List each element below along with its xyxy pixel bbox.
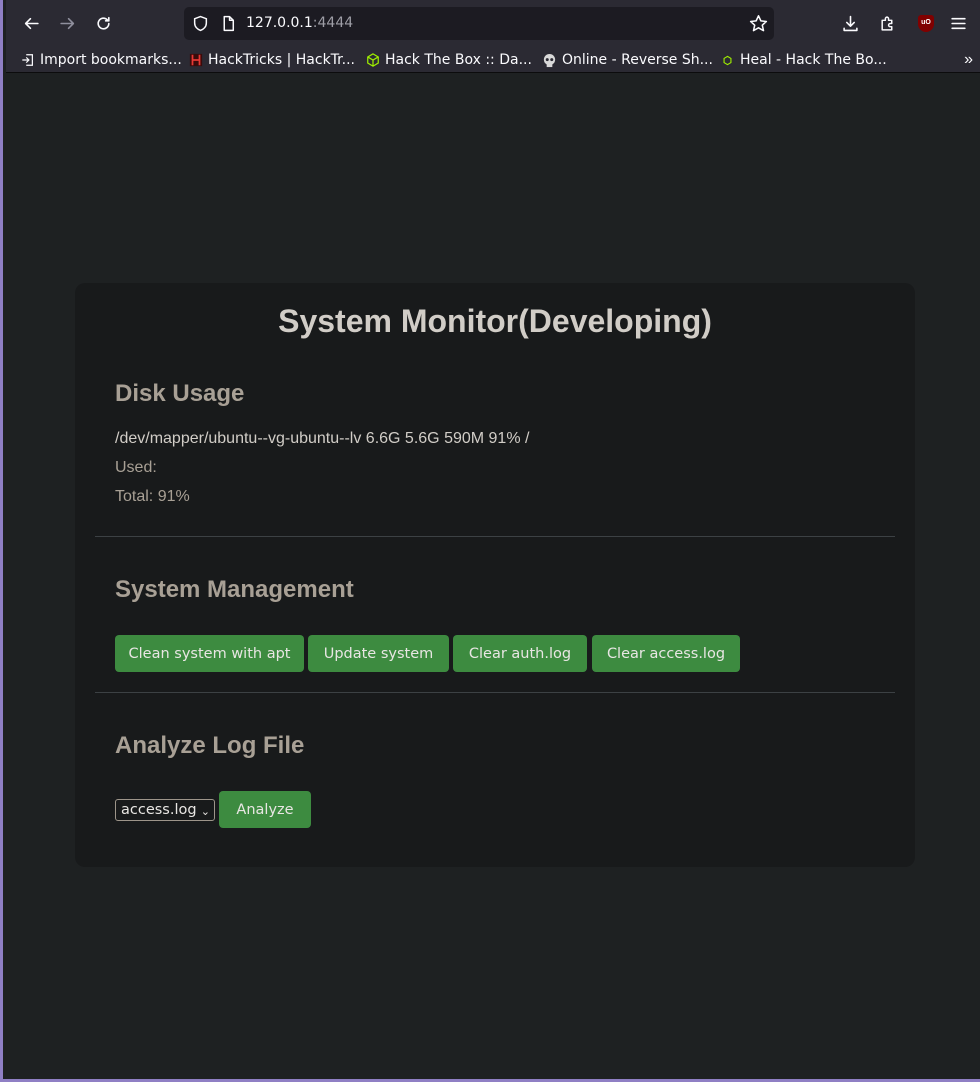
system-management-heading: System Management [115,576,354,603]
ublock-icon[interactable]: uO [918,15,934,32]
htb-small-icon [720,53,735,68]
puzzle-icon [880,15,892,31]
disk-used: Used: [115,459,157,476]
bookmarks-toolbar: Import bookmarks... HackTricks | HackTr.… [6,46,980,73]
disk-usage-heading: Disk Usage [115,380,245,407]
log-file-selected: access.log [121,802,197,818]
bookmark-reverse-shell[interactable]: Online - Reverse Sh... [542,50,713,70]
bookmark-heal[interactable]: Heal - Hack The Bo... [720,50,887,70]
divider [95,692,895,693]
clean-apt-button[interactable]: Clean system with apt [115,635,304,672]
forward-button[interactable] [53,9,81,37]
bookmark-label: Import bookmarks... [40,52,182,68]
page-content: System Monitor(Developing) Disk Usage /d… [6,74,980,1079]
extensions-button[interactable] [873,9,901,37]
skull-icon [542,53,557,68]
browser-window: 127.0.0.1:4444 uO Import bookmarks... Ha… [0,0,980,1082]
bookmark-star-icon[interactable] [749,14,768,33]
hacktricks-icon [188,53,203,68]
bookmark-label: Heal - Hack The Bo... [740,52,887,68]
analyze-button[interactable]: Analyze [219,791,311,828]
url-host: 127.0.0.1 [246,15,313,31]
divider [95,536,895,537]
disk-line: /dev/mapper/ubuntu--vg-ubuntu--lv 6.6G 5… [115,430,530,447]
tracking-shield-icon[interactable] [192,15,209,32]
menu-button[interactable] [944,9,972,37]
update-system-button[interactable]: Update system [308,635,449,672]
chevron-down-icon: ⌄ [200,805,210,818]
bookmark-label: Online - Reverse Sh... [562,52,713,68]
url-bar[interactable]: 127.0.0.1:4444 [184,7,774,40]
page-title: System Monitor(Developing) [278,303,712,339]
bookmark-label: Hack The Box :: Da... [385,52,532,68]
analyze-log-heading: Analyze Log File [115,732,305,759]
bookmark-hackthebox[interactable]: Hack The Box :: Da... [365,50,532,70]
bookmark-hacktricks[interactable]: HackTricks | HackTr... [188,50,355,70]
back-button[interactable] [17,9,45,37]
clear-access-log-button[interactable]: Clear access.log [592,635,740,672]
reload-icon [96,16,110,30]
browser-toolbar: 127.0.0.1:4444 uO [6,0,980,46]
page-info-icon[interactable] [220,15,237,32]
downloads-button[interactable] [836,9,864,37]
system-monitor-card: System Monitor(Developing) Disk Usage /d… [75,283,915,867]
url-text[interactable]: 127.0.0.1:4444 [246,15,353,31]
reload-button[interactable] [89,9,117,37]
import-icon [20,53,35,68]
bookmarks-overflow-icon[interactable]: » [964,51,973,69]
ublock-label: uO [921,19,931,26]
clear-auth-log-button[interactable]: Clear auth.log [453,635,587,672]
log-file-select[interactable]: access.log ⌄ [115,799,215,821]
htb-cube-icon [365,53,380,68]
hamburger-menu-icon [950,17,966,29]
bookmark-label: HackTricks | HackTr... [208,52,355,68]
back-arrow-icon [24,17,39,29]
forward-arrow-icon [59,17,74,29]
download-icon [842,15,858,31]
disk-total: Total: 91% [115,488,190,505]
bookmark-import[interactable]: Import bookmarks... [20,50,182,70]
url-port: :4444 [312,15,354,31]
